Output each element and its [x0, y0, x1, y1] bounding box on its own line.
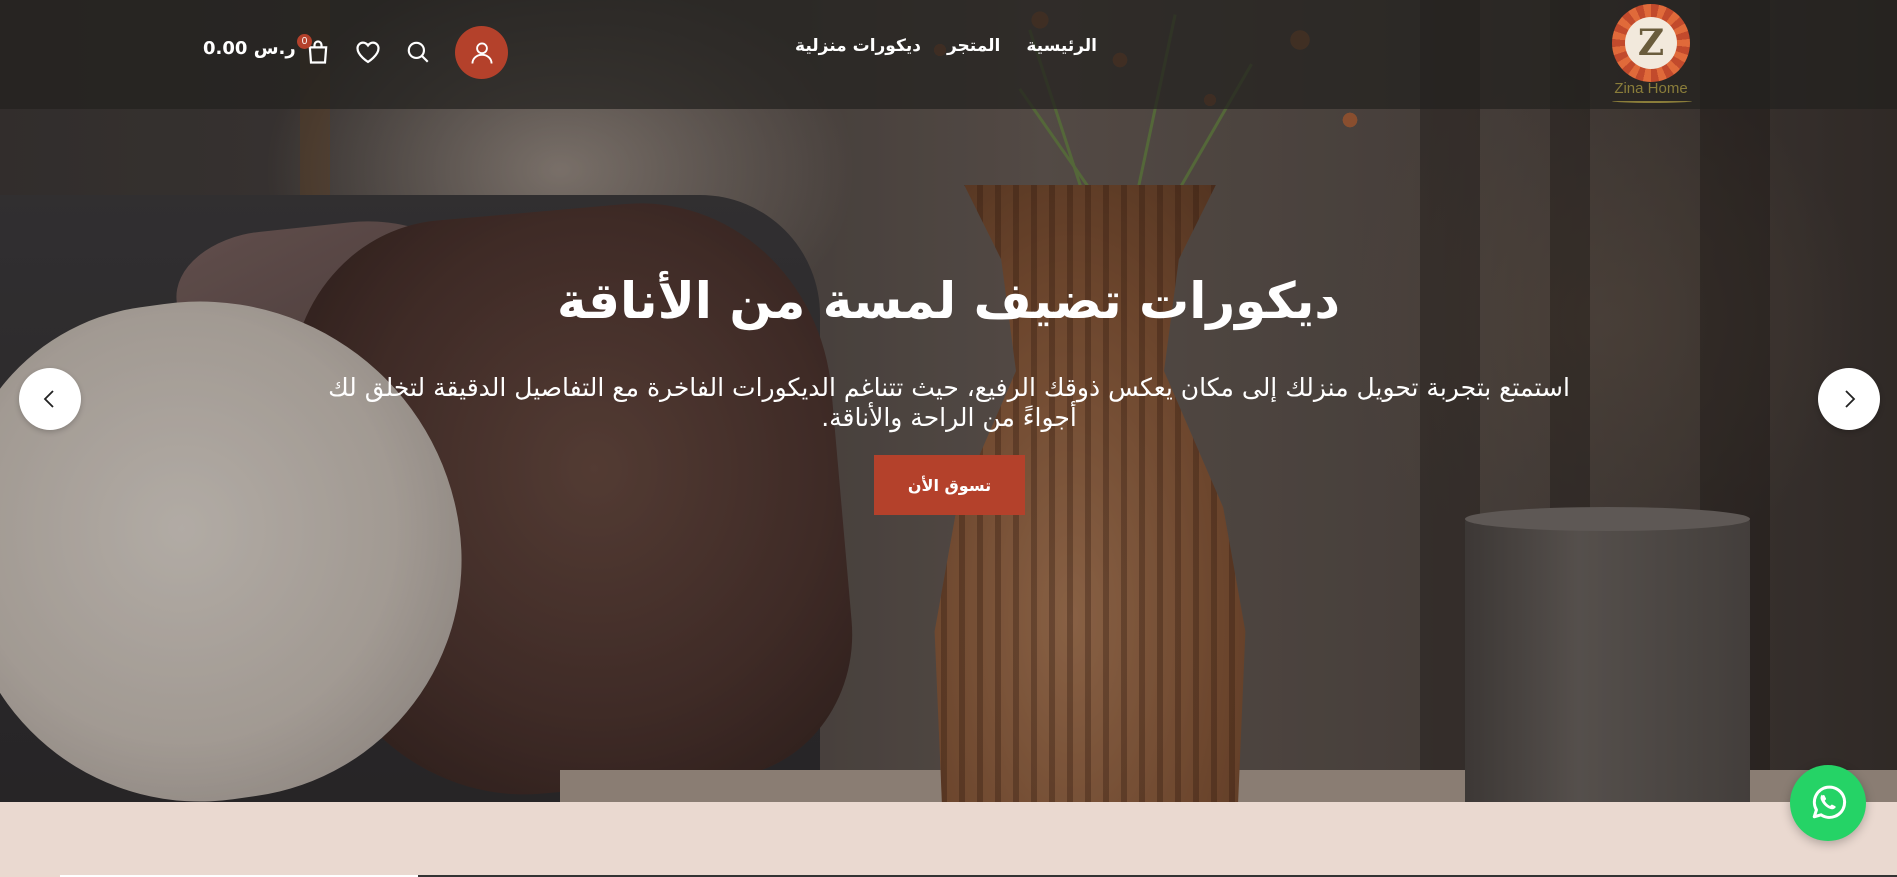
- chevron-left-icon: [43, 390, 54, 408]
- heart-icon: [356, 41, 380, 64]
- shop-now-button[interactable]: تسوق الأن: [874, 455, 1025, 515]
- search-button[interactable]: [403, 37, 433, 67]
- next-section: [0, 802, 1897, 877]
- search-icon: [407, 41, 429, 63]
- hero-description: استمتع بتجربة تحويل منزلك إلى مكان يعكس …: [328, 373, 1570, 432]
- slider-next-button[interactable]: [1818, 368, 1880, 430]
- nav-item-shop[interactable]: المتجر: [947, 36, 1000, 66]
- main-nav: الرئيسية المتجر ديكورات منزلية: [795, 36, 1097, 66]
- logo-name: Zina Home: [1614, 80, 1688, 97]
- cart-count-badge: 0: [297, 34, 312, 49]
- logo-swash: [1612, 99, 1692, 103]
- site-header: Z Zina Home الرئيسية المتجر ديكورات منزل…: [0, 0, 1897, 109]
- whatsapp-button[interactable]: [1790, 765, 1866, 841]
- cart-total[interactable]: 0.00 ر.س: [203, 38, 296, 59]
- site-logo[interactable]: Z Zina Home: [1604, 2, 1698, 106]
- logo-letter: Z: [1625, 17, 1677, 69]
- wishlist-button[interactable]: [353, 37, 383, 67]
- slider-prev-button[interactable]: [19, 368, 81, 430]
- hero-title: ديكورات تضيف لمسة من الأناقة: [556, 272, 1341, 330]
- nav-item-home[interactable]: الرئيسية: [1026, 36, 1097, 66]
- whatsapp-icon: [1812, 785, 1847, 819]
- user-icon: [471, 42, 492, 64]
- account-button[interactable]: [455, 26, 508, 79]
- chevron-right-icon: [1845, 390, 1856, 408]
- nav-item-home-decor[interactable]: ديكورات منزلية: [795, 36, 921, 66]
